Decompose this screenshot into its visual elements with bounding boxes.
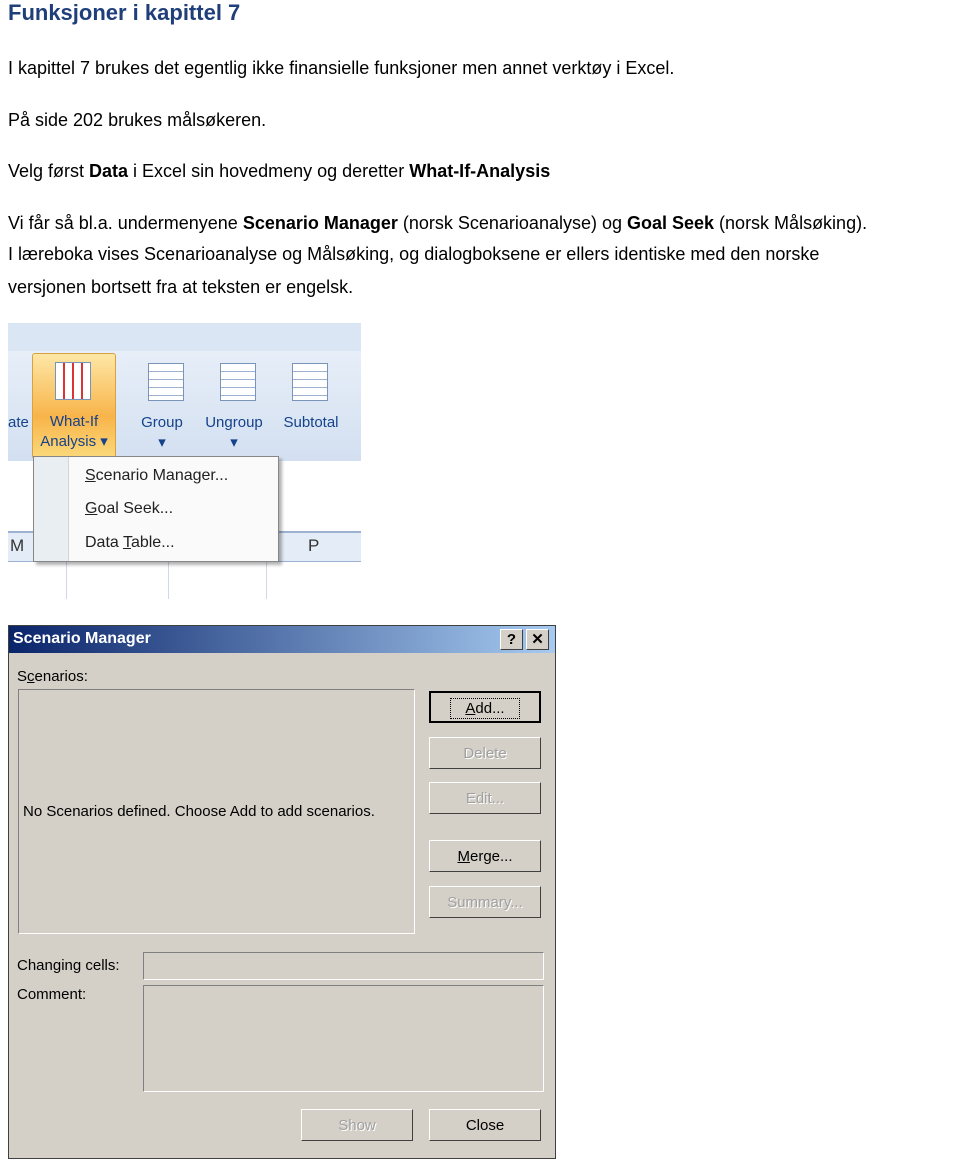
text: T <box>122 534 131 551</box>
text: cenario Manager... <box>95 467 229 484</box>
paragraph: På side 202 brukes målsøkeren. <box>8 110 267 130</box>
text: Add... <box>450 698 520 719</box>
text: (norsk Scenarioanalyse) og <box>397 213 627 233</box>
dialog-title: Scenario Manager <box>13 630 151 647</box>
text: (norsk Målsøking). <box>714 213 868 233</box>
what-if-icon <box>55 362 91 400</box>
menu-item-data-table[interactable]: Data Table... <box>85 534 175 552</box>
text: erge... <box>469 848 513 865</box>
what-if-dropdown-menu: Scenario Manager... Goal Seek... Data Ta… <box>33 456 279 562</box>
text-bold: Goal Seek <box>627 213 715 233</box>
paragraph: Vi får så bl.a. undermenyene Scenario Ma… <box>8 213 867 234</box>
column-header-m[interactable]: M <box>10 536 24 556</box>
text-bold: Scenario Manager <box>242 213 398 233</box>
partial-label: ate <box>8 414 29 431</box>
text: Velg først <box>8 161 90 181</box>
dialog-title-bar: Scenario Manager ? ✕ <box>9 626 555 653</box>
text: able... <box>130 534 175 551</box>
text-bold: Data <box>89 161 129 181</box>
changing-cells-field <box>143 952 544 980</box>
text: G <box>85 500 98 517</box>
column-header-p[interactable]: P <box>308 536 319 556</box>
what-if-label2: Analysis ▾ <box>40 433 108 450</box>
text: oal Seek... <box>97 500 174 517</box>
summary-button[interactable]: Summary... <box>429 886 541 918</box>
subtotal-button[interactable]: Subtotal <box>276 413 346 433</box>
empty-list-message: No Scenarios defined. Choose Add to add … <box>23 803 375 820</box>
text: A <box>465 700 476 717</box>
ungroup-icon <box>220 363 256 401</box>
close-icon[interactable]: ✕ <box>526 629 549 650</box>
text: Data <box>85 534 123 551</box>
text: Analysis <box>40 433 97 450</box>
scenario-manager-dialog: Scenario Manager ? ✕ Scenarios: No Scena… <box>8 625 556 1159</box>
paragraph: Velg først Data i Excel sin hovedmeny og… <box>8 161 550 182</box>
text: enarios: <box>34 668 88 685</box>
what-if-analysis-button[interactable]: What-If Analysis ▾ <box>32 353 116 459</box>
comment-label: Comment: <box>17 986 87 1003</box>
help-button[interactable]: ? <box>500 629 523 650</box>
changing-cells-label: Changing cells: <box>17 957 120 974</box>
paragraph: I kapittel 7 brukes det egentlig ikke fi… <box>8 58 675 78</box>
edit-button[interactable]: Edit... <box>429 782 541 814</box>
what-if-label: What-If <box>49 413 99 430</box>
text: Ungroup <box>205 414 263 431</box>
text: S <box>17 668 28 685</box>
menu-icon-strip <box>34 457 69 561</box>
scenarios-listbox[interactable]: No Scenarios defined. Choose Add to add … <box>18 689 415 934</box>
text: Vi får så bl.a. undermenyene <box>8 213 243 233</box>
text: dd... <box>475 700 505 717</box>
page-title: Funksjoner i kapittel 7 <box>8 0 241 25</box>
group-icon <box>148 363 184 401</box>
merge-button[interactable]: Merge... <box>429 840 541 872</box>
subtotal-icon <box>292 363 328 401</box>
close-button[interactable]: Close <box>429 1109 541 1141</box>
text: S <box>85 467 96 484</box>
ribbon-tabs-bar <box>8 323 361 351</box>
grid-line <box>66 560 67 599</box>
text: i Excel sin hovedmeny og deretter <box>128 161 410 181</box>
delete-button[interactable]: Delete <box>429 737 541 769</box>
group-button[interactable]: Group ▾ <box>134 413 190 453</box>
paragraph: I læreboka vises Scenarioanalyse og Måls… <box>8 244 820 264</box>
menu-item-goal-seek[interactable]: Goal Seek... <box>85 500 173 518</box>
show-button[interactable]: Show <box>301 1109 413 1141</box>
paragraph: versjonen bortsett fra at teksten er eng… <box>8 277 354 297</box>
text: c <box>27 668 35 685</box>
ungroup-button[interactable]: Ungroup ▾ <box>196 413 272 453</box>
grid-line <box>168 560 169 599</box>
comment-field <box>143 985 544 1092</box>
menu-item-scenario-manager[interactable]: Scenario Manager... <box>85 467 228 485</box>
text-bold: What-If-Analysis <box>409 161 551 181</box>
scenarios-label: Scenarios: <box>17 668 88 685</box>
add-button[interactable]: Add... <box>429 691 541 723</box>
grid-line <box>266 560 267 599</box>
text: M <box>457 848 470 865</box>
text: Group <box>141 414 183 431</box>
